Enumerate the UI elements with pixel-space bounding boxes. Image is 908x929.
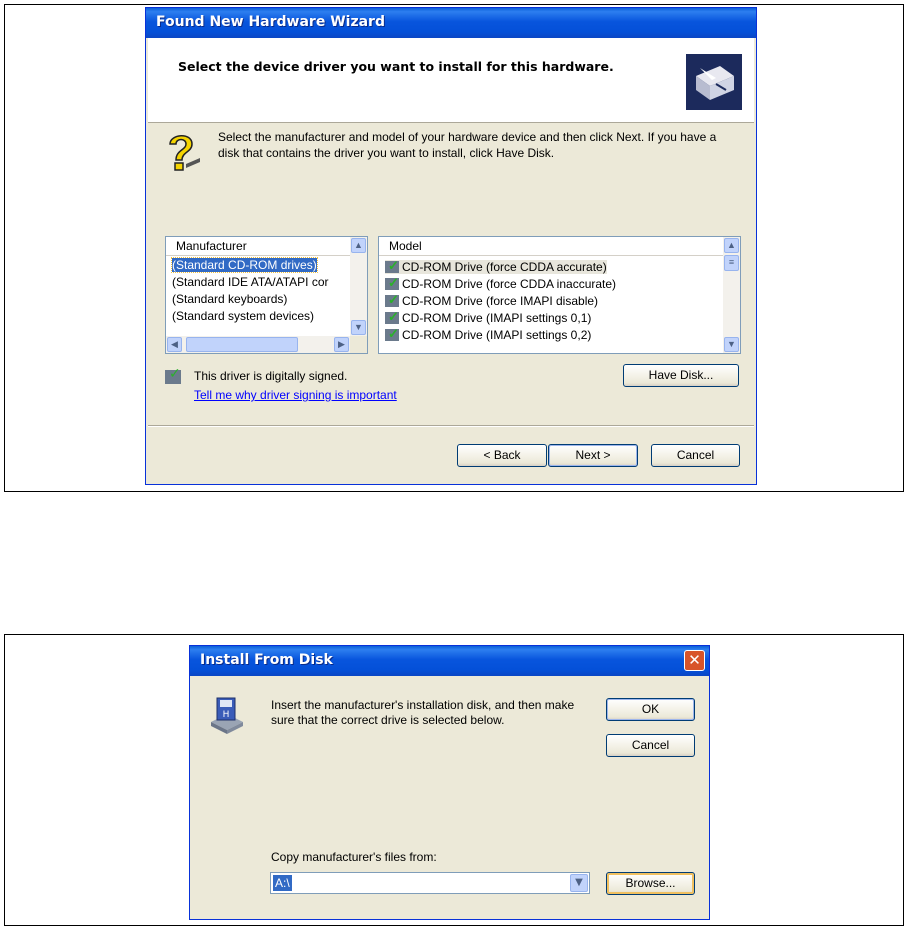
manufacturer-listbox[interactable]: Manufacturer (Standard CD-ROM drives) (S…	[165, 236, 368, 354]
model-item[interactable]: CD-ROM Drive (force CDDA accurate)	[379, 257, 723, 276]
manufacturer-item[interactable]: (Standard keyboards)	[166, 291, 350, 308]
window-title: Found New Hardware Wizard	[156, 14, 385, 30]
signed-driver-icon	[165, 366, 181, 384]
cancel-button[interactable]: Cancel	[651, 444, 740, 467]
signed-driver-icon	[385, 274, 399, 291]
svg-text:H: H	[223, 710, 230, 720]
browse-button[interactable]: Browse...	[606, 872, 695, 895]
scroll-thumb[interactable]: ≡	[724, 255, 739, 271]
driver-signing-link[interactable]: Tell me why driver signing is important	[194, 388, 397, 402]
signed-driver-icon	[385, 257, 399, 274]
signed-driver-icon	[385, 291, 399, 308]
manufacturer-item[interactable]: (Standard CD-ROM drives)	[166, 257, 350, 274]
wizard-header: Select the device driver you want to ins…	[148, 38, 754, 123]
copy-files-label: Copy manufacturer's files from:	[271, 850, 437, 864]
hardware-wizard-window: Found New Hardware Wizard Select the dev…	[145, 7, 757, 485]
hardware-wizard-icon	[686, 54, 742, 110]
scroll-up-icon[interactable]: ▲	[351, 238, 366, 253]
scroll-left-icon[interactable]: ◀	[167, 337, 182, 352]
floppy-disk-icon: H	[207, 696, 245, 736]
title-bar[interactable]: Install From Disk ✕	[190, 646, 709, 676]
scroll-right-icon[interactable]: ▶	[334, 337, 349, 352]
close-icon[interactable]: ✕	[684, 650, 705, 671]
model-item[interactable]: CD-ROM Drive (IMAPI settings 0,1)	[379, 308, 723, 327]
wizard-heading: Select the device driver you want to ins…	[178, 59, 614, 74]
signed-driver-icon	[385, 325, 399, 342]
install-from-disk-window: Install From Disk ✕ H Insert the manufac…	[189, 645, 710, 920]
model-vertical-scrollbar[interactable]: ▲ ≡ ▼	[723, 237, 740, 353]
instructions-text: Select the manufacturer and model of you…	[218, 130, 717, 160]
path-value[interactable]: A:\	[273, 875, 292, 891]
title-bar[interactable]: Found New Hardware Wizard	[146, 8, 756, 38]
manufacturer-item[interactable]: (Standard system devices)	[166, 308, 350, 325]
ok-button[interactable]: OK	[606, 698, 695, 721]
model-header: Model	[379, 237, 723, 256]
question-mark-icon	[162, 130, 202, 174]
manufacturer-vertical-scrollbar[interactable]: ▲ ▼	[350, 237, 367, 336]
scroll-down-icon[interactable]: ▼	[351, 320, 366, 335]
window-title: Install From Disk	[200, 652, 333, 668]
model-item[interactable]: CD-ROM Drive (force IMAPI disable)	[379, 291, 723, 310]
instruction-message: Insert the manufacturer's installation d…	[271, 698, 575, 727]
back-button[interactable]: < Back	[457, 444, 547, 467]
cancel-button[interactable]: Cancel	[606, 734, 695, 757]
scroll-corner	[350, 336, 367, 353]
model-item[interactable]: CD-ROM Drive (IMAPI settings 0,2)	[379, 325, 723, 344]
signed-status-text: This driver is digitally signed.	[194, 369, 348, 383]
have-disk-button[interactable]: Have Disk...	[623, 364, 739, 387]
manufacturer-horizontal-scrollbar[interactable]: ◀ ▶	[166, 336, 350, 353]
scroll-down-icon[interactable]: ▼	[724, 337, 739, 352]
scroll-thumb[interactable]	[186, 337, 298, 352]
model-item[interactable]: CD-ROM Drive (force CDDA inaccurate)	[379, 274, 723, 293]
model-listbox[interactable]: Model CD-ROM Drive (force CDDA accurate)…	[378, 236, 741, 354]
manufacturer-header: Manufacturer	[166, 237, 350, 256]
path-combobox[interactable]: A:\ ▼	[270, 872, 590, 894]
manufacturer-item[interactable]: (Standard IDE ATA/ATAPI cor	[166, 274, 350, 291]
signed-driver-icon	[385, 308, 399, 325]
scroll-up-icon[interactable]: ▲	[724, 238, 739, 253]
next-button[interactable]: Next >	[548, 444, 638, 467]
chevron-down-icon[interactable]: ▼	[570, 874, 588, 892]
divider	[148, 425, 754, 427]
